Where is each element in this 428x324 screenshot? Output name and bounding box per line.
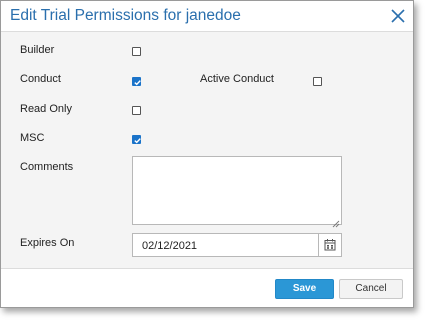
builder-checkbox[interactable] (132, 47, 141, 56)
calendar-icon (324, 239, 336, 251)
builder-label: Builder (20, 44, 55, 56)
edit-permissions-dialog: Edit Trial Permissions for janedoe Build… (0, 0, 414, 308)
msc-checkbox[interactable] (132, 135, 141, 144)
resize-handle-icon[interactable] (332, 215, 340, 228)
dialog-titlebar: Edit Trial Permissions for janedoe (1, 1, 413, 32)
dialog-title: Edit Trial Permissions for janedoe (10, 7, 241, 24)
close-icon[interactable] (389, 7, 407, 25)
read-only-checkbox[interactable] (132, 106, 141, 115)
calendar-button[interactable] (318, 233, 342, 257)
expires-on-label: Expires On (20, 237, 75, 249)
comments-textarea[interactable] (132, 156, 342, 225)
msc-label: MSC (20, 132, 45, 144)
conduct-label: Conduct (20, 73, 61, 85)
save-button[interactable]: Save (275, 279, 334, 299)
read-only-label: Read Only (20, 103, 72, 115)
active-conduct-label: Active Conduct (200, 73, 274, 85)
expires-on-input[interactable]: 02/12/2021 (132, 233, 318, 257)
active-conduct-checkbox[interactable] (313, 77, 322, 86)
cancel-button[interactable]: Cancel (339, 279, 403, 299)
comments-label: Comments (20, 161, 74, 173)
conduct-checkbox[interactable] (132, 77, 141, 86)
